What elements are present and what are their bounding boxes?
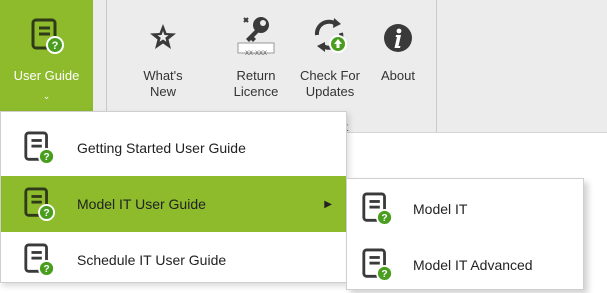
- whats-new-label: What's New: [143, 68, 183, 99]
- info-icon: [382, 14, 414, 54]
- submenu-item-model-it[interactable]: ? Model IT: [347, 181, 583, 237]
- menu-item-label: Schedule IT User Guide: [77, 252, 227, 268]
- user-guide-icon: ?: [19, 187, 59, 221]
- svg-text:?: ?: [381, 213, 387, 224]
- user-guide-icon: ?: [359, 192, 395, 226]
- svg-text:?: ?: [43, 208, 49, 219]
- return-licence-label: Return Licence: [233, 68, 279, 99]
- return-licence-button[interactable]: XX-XXX Return Licence: [228, 0, 284, 120]
- user-guide-button[interactable]: ? User Guide ⌄: [0, 0, 93, 120]
- user-guide-icon: ?: [30, 14, 64, 54]
- menu-item-label: Getting Started User Guide: [77, 140, 246, 156]
- svg-text:?: ?: [51, 40, 58, 52]
- check-for-updates-button[interactable]: Check For Updates: [296, 0, 364, 120]
- submenu-item-label: Model IT Advanced: [413, 257, 533, 273]
- svg-text:?: ?: [43, 152, 49, 163]
- about-button[interactable]: About: [376, 0, 420, 120]
- whats-new-button[interactable]: What's New: [133, 0, 193, 120]
- star-icon: [146, 14, 180, 54]
- menu-item-label: Model IT User Guide: [77, 196, 206, 212]
- user-guide-label: User Guide: [13, 68, 80, 83]
- about-label: About: [381, 68, 415, 83]
- separator: [436, 0, 437, 132]
- user-guide-icon: ?: [19, 243, 59, 277]
- user-guide-icon: ?: [19, 131, 59, 165]
- menu-item-schedule-it[interactable]: ? Schedule IT User Guide: [1, 232, 346, 288]
- submenu-item-label: Model IT: [413, 201, 468, 217]
- submenu-item-model-it-advanced[interactable]: ? Model IT Advanced: [347, 237, 583, 293]
- model-it-submenu: ? Model IT ? Model IT Advanced: [346, 178, 584, 290]
- key-tag-text: XX-XXX: [244, 51, 267, 57]
- chevron-right-icon: ▶: [324, 198, 332, 210]
- svg-text:?: ?: [381, 269, 387, 280]
- check-for-updates-label: Check For Updates: [300, 68, 360, 99]
- chevron-down-icon: ⌄: [42, 91, 51, 101]
- update-icon: [311, 14, 349, 54]
- menu-item-getting-started[interactable]: ? Getting Started User Guide: [1, 120, 346, 176]
- user-guide-menu: ? Getting Started User Guide ? Model IT …: [0, 111, 347, 283]
- menu-item-model-it[interactable]: ? Model IT User Guide ▶: [1, 176, 346, 232]
- svg-text:?: ?: [43, 264, 49, 275]
